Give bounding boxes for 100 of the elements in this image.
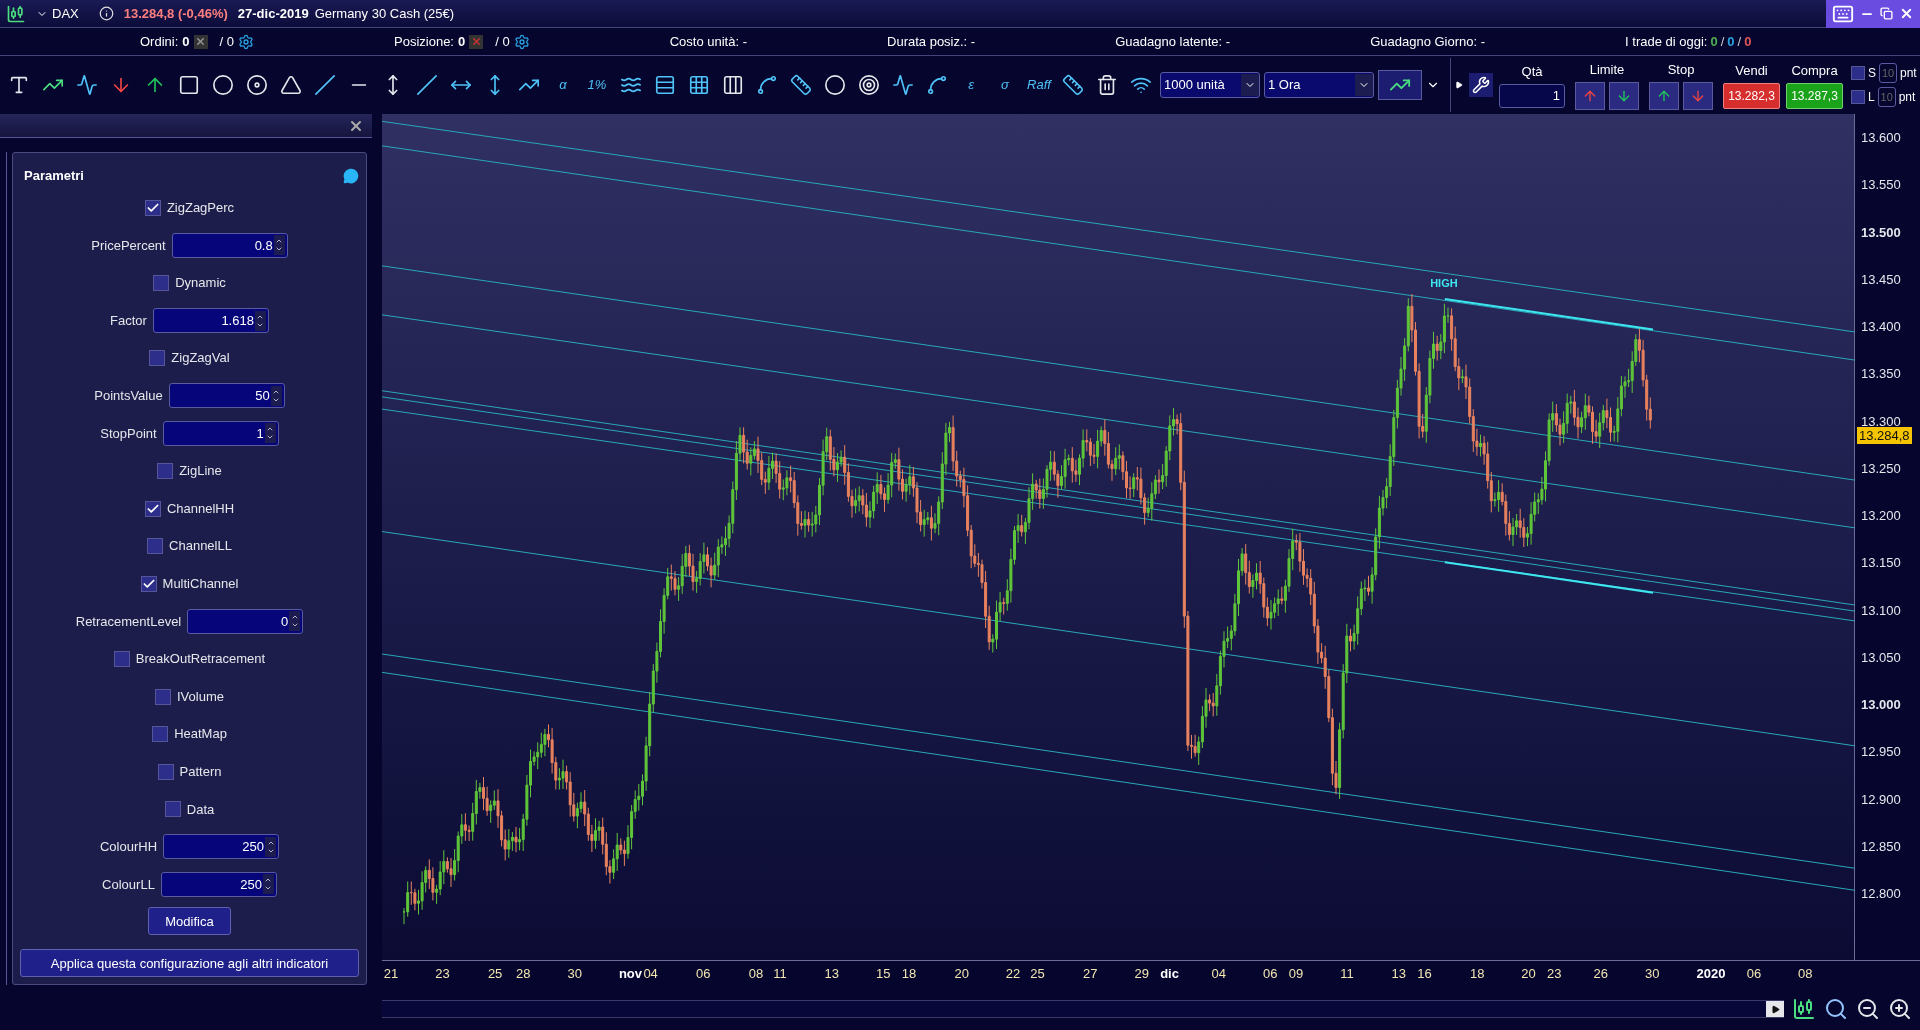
parameter-label: StopPoint <box>100 424 157 443</box>
checkbox[interactable] <box>157 462 174 479</box>
date-tick-label: 2020 <box>1696 967 1726 980</box>
number-spinner-field[interactable]: 250 <box>163 834 280 860</box>
drawing-tool[interactable]: Raff <box>1024 70 1054 100</box>
zoom-fit-icon[interactable] <box>1824 997 1848 1021</box>
checkbox-label: BreakOutRetracement <box>135 650 266 669</box>
points-field[interactable]: 10 <box>1877 87 1896 107</box>
cancel-icon[interactable] <box>469 34 484 49</box>
restore-icon[interactable] <box>1880 7 1893 20</box>
number-spinner-field[interactable]: 0 <box>187 608 304 634</box>
symbol-name: DAX <box>52 4 79 23</box>
date-tick-label: nov <box>618 967 642 980</box>
close-icon[interactable] <box>1899 6 1914 21</box>
spinner-arrows-icon[interactable] <box>270 385 282 406</box>
drawing-tool[interactable]: σ <box>990 70 1020 100</box>
order-sell-icon[interactable] <box>1609 81 1639 110</box>
zoom-out-icon[interactable] <box>1856 997 1880 1021</box>
status-label: Posizione: <box>394 32 454 51</box>
spinner-arrows-icon[interactable] <box>264 423 276 444</box>
number-spinner-field[interactable]: 1 <box>162 420 279 446</box>
checkbox[interactable] <box>153 275 170 291</box>
spinner-arrows-icon[interactable] <box>289 611 301 632</box>
speech-bubble-icon[interactable] <box>343 168 359 184</box>
wrench-icon[interactable] <box>1469 73 1493 97</box>
quantity-field[interactable]: 1 <box>1499 83 1565 108</box>
date-tick-label: 04 <box>643 967 658 980</box>
checkbox-label: IVolume <box>177 687 224 706</box>
date-tick-label: 25 <box>1030 967 1045 980</box>
parameter-label: PricePercent <box>91 236 166 255</box>
checkbox[interactable] <box>149 350 166 367</box>
checkbox[interactable] <box>113 650 130 667</box>
add-indicator-icon[interactable] <box>1378 70 1422 100</box>
checkbox-label: MultiChannel <box>162 575 239 593</box>
drawing-tool[interactable]: 1% <box>582 70 612 100</box>
checkbox[interactable] <box>155 688 171 705</box>
spinner-arrows-icon[interactable] <box>273 235 285 256</box>
parameter-label: ColourLL <box>102 875 155 894</box>
drawing-tool[interactable]: α <box>548 70 578 100</box>
checkbox[interactable] <box>1851 66 1865 80</box>
price-tick-label: 12.950 <box>1861 745 1901 759</box>
quantity-label: Qtà <box>1521 63 1543 82</box>
checkbox[interactable] <box>152 726 169 743</box>
checkbox[interactable] <box>144 199 161 216</box>
number-spinner-field[interactable]: 0.8 <box>171 232 288 258</box>
checkbox[interactable] <box>157 763 174 780</box>
status-label: I trade di oggi: <box>1625 32 1708 51</box>
date-tick-label: 21 <box>383 967 399 980</box>
quantity-dropdown[interactable]: 1000 unità <box>1160 72 1260 98</box>
price-tick-label: 13.200 <box>1861 509 1901 522</box>
settings-icon[interactable] <box>238 33 254 50</box>
price-tick-label: 13.150 <box>1861 556 1901 570</box>
sell-button[interactable]: 13.282,3 <box>1723 82 1780 109</box>
date-tick-label: 04 <box>1211 967 1226 980</box>
number-spinner-field[interactable]: 250 <box>160 872 277 897</box>
settings-icon[interactable] <box>513 33 530 50</box>
price-tick-label: 13.050 <box>1861 650 1901 664</box>
drawing-tool[interactable]: ε <box>956 70 986 100</box>
checkbox-label: ZigZagVal <box>171 349 230 368</box>
candles-icon[interactable] <box>1792 997 1816 1021</box>
spinner-arrows-icon[interactable] <box>262 874 274 895</box>
expand-icon[interactable] <box>1455 81 1463 89</box>
number-spinner-field[interactable]: 1.618 <box>152 308 269 334</box>
checkbox-label: ZigLine <box>179 462 222 481</box>
order-buy-icon[interactable] <box>1649 81 1679 110</box>
horizontal-scrollbar[interactable] <box>382 1000 1784 1018</box>
modify-button[interactable]: Modifica <box>148 907 231 936</box>
price-tick-label: 13.500 <box>1861 225 1901 239</box>
date-tick-label: 20 <box>1521 967 1536 980</box>
checkbox[interactable] <box>144 500 161 517</box>
cancel-icon[interactable] <box>193 34 208 49</box>
apply-button[interactable]: Applica questa configurazione agli altri indicatori <box>20 949 359 978</box>
status-value: 0 <box>458 32 466 51</box>
checkbox[interactable] <box>1851 90 1865 104</box>
spinner-arrows-icon[interactable] <box>265 836 277 857</box>
info-icon[interactable] <box>98 6 114 21</box>
timeframe-dropdown[interactable]: 1 Ora <box>1264 72 1374 98</box>
date-tick-label: 11 <box>773 967 787 980</box>
candles-icon[interactable] <box>6 3 26 24</box>
order-buy-icon[interactable] <box>1575 81 1605 110</box>
order-sell-icon[interactable] <box>1683 81 1713 110</box>
checkbox[interactable] <box>164 801 181 818</box>
spinner-arrows-icon[interactable] <box>254 310 266 331</box>
checkbox[interactable] <box>140 575 157 592</box>
price-tick-label: 12.900 <box>1861 792 1901 806</box>
zoom-in-icon[interactable] <box>1888 997 1912 1021</box>
points-field[interactable]: 10 <box>1879 63 1897 83</box>
date-tick-label: 13 <box>1391 967 1406 980</box>
checkbox-label: ChannelLL <box>169 537 232 556</box>
date-tick-label: 06 <box>696 967 711 980</box>
date-tick-label: 11 <box>1340 967 1354 980</box>
number-spinner-field[interactable]: 50 <box>168 383 285 409</box>
sell-label: Vendi <box>1735 62 1768 81</box>
scroll-right-icon[interactable] <box>1766 1001 1784 1017</box>
price-tick-label: 12.850 <box>1861 839 1901 853</box>
price-tick-label: 13.450 <box>1861 272 1901 286</box>
date-tick-label: 06 <box>1746 967 1762 980</box>
trade-count: 0 <box>1727 32 1735 51</box>
checkbox[interactable] <box>147 538 164 555</box>
parameter-label: RetracementLevel <box>75 612 182 631</box>
